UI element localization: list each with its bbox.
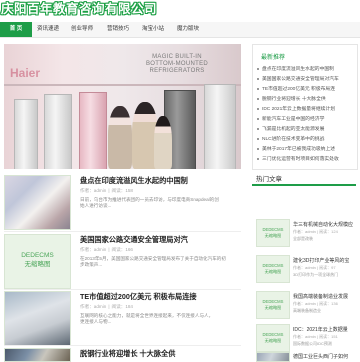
list-item[interactable]: IDC 2021年云上数据量将继续计划 — [257, 105, 355, 112]
banner-brand-text: Haier — [10, 66, 41, 80]
article-thumbnail[interactable] — [4, 291, 71, 346]
list-item[interactable]: 三门优化运营有时项目如何落实处收 — [257, 155, 355, 162]
hot-item-title[interactable]: 建化3D打印产业等风的宝 — [293, 257, 355, 264]
site-header: 庆阳百年教育咨询有限公司 — [0, 0, 360, 20]
fridge-graphic — [44, 94, 72, 169]
article-title[interactable]: 美国国家公路交通安全管理局对汽 — [80, 235, 188, 245]
article-desc: 日前，乌台市为推进代表团的一员去印访，与印度电商Snapdeal的创 始人进行访谈… — [80, 197, 219, 208]
article-title[interactable]: 盘点在印度流溢风生水起的中国制 — [80, 176, 188, 186]
hot-item-thumbnail[interactable]: DEDECMS 无缩略图 — [256, 219, 290, 247]
nav-magic[interactable]: 魔力版块 — [170, 22, 206, 37]
fridge-graphic — [204, 84, 236, 169]
recommend-title: 最新推荐 — [261, 55, 286, 61]
site-logo[interactable]: 庆阳百年教育咨询有限公司 — [1, 0, 157, 17]
hot-header: 热门文章 — [252, 172, 356, 186]
hot-item-title[interactable]: 我国高端装备制造业发展 — [293, 293, 355, 300]
nav-news[interactable]: 资讯速递 — [32, 22, 64, 37]
hot-item-thumbnail[interactable]: DEDECMS 无缩略图 — [256, 291, 290, 319]
banner-sign-text: MAGIC BUILT-IN BOTTOM-MOUNTED REFRIGERAT… — [145, 54, 209, 74]
article-title[interactable]: TE市值超过200亿美元 积极布局连接 — [80, 292, 197, 302]
divider — [4, 231, 241, 232]
list-item[interactable]: 盘点在印度流溢风生水起的中国制 — [257, 65, 355, 72]
nav-marketing[interactable]: 营销技巧 — [100, 22, 136, 37]
nav-taobao[interactable]: 淘宝小站 — [136, 22, 170, 37]
nav-home[interactable]: 首 页 — [0, 22, 32, 37]
hot-item-thumbnail[interactable]: DEDECMS 无缩略图 — [256, 324, 290, 352]
article-meta: 作者：admin | 阅读：158 — [80, 188, 133, 193]
article-desc: 在2013年5月，美国国家公路交通安全管理局发布了关于自动化汽车的初 步政策声..… — [80, 256, 226, 267]
article-thumbnail[interactable] — [4, 175, 71, 230]
nav-mentor[interactable]: 创业导师 — [64, 22, 100, 37]
hot-item-meta: 作者：admin | 阅读：136 — [293, 301, 338, 306]
list-item[interactable]: 美林于2017年已被我成功吸纳上述 — [257, 145, 355, 152]
list-item[interactable]: 飞漏是比机起的亚太能源发展 — [257, 125, 355, 132]
hot-item-title[interactable]: 华三有机械自动化大规模应 — [293, 221, 355, 228]
divider — [4, 289, 241, 290]
article-title[interactable]: 脱钢行业将迎增长 十大脉全供 — [80, 349, 175, 359]
recommend-box: 最新推荐 盘点在印度流溢风生水起的中国制 美国国家公路交通安全管理局对汽车 TE… — [252, 44, 358, 170]
article-desc: 互联网的核心之能力，就是将全世界连接起来，不仅连接人与人， 更连接人与物... — [80, 313, 214, 324]
list-item[interactable]: 新能汽车工业是中国的经济学 — [257, 115, 355, 122]
article-thumbnail[interactable]: DEDECMS 无缩略图 — [4, 234, 71, 289]
fridge-graphic — [79, 92, 107, 169]
hot-item-meta: 作者：admin | 阅读：124 — [293, 229, 338, 234]
hot-item-desc: 国际数据公司IDC预测 — [293, 341, 332, 346]
hot-item-thumbnail[interactable] — [256, 352, 290, 362]
hot-item-meta: 作者：admin | 阅读：151 — [293, 334, 338, 339]
fridge-graphic — [14, 99, 38, 169]
list-item[interactable]: 脱钢行业将迎增长 十大脉全供 — [257, 95, 355, 102]
hot-item-meta: 作者：admin | 阅读：97 — [293, 265, 336, 270]
hot-item-thumbnail[interactable]: DEDECMS 无缩略图 — [256, 255, 290, 283]
hot-item-desc: 3D打印作为一项全球热门 — [293, 272, 339, 277]
hot-title: 热门文章 — [256, 176, 282, 183]
hot-item-desc: 全部是改装 — [293, 236, 313, 241]
main-nav: 首 页 资讯速递 创业导师 营销技巧 淘宝小站 魔力版块 — [0, 22, 360, 38]
person-graphic — [154, 116, 172, 169]
list-item[interactable]: 美国国家公路交通安全管理局对汽车 — [257, 75, 355, 82]
list-item[interactable]: TE市值超过200亿美元 积极布局连 — [257, 85, 355, 92]
person-graphic — [108, 106, 132, 169]
hot-item-title[interactable]: 德国工业巨头西门子如何 — [293, 353, 355, 360]
divider — [4, 345, 241, 346]
hot-item-title[interactable]: IDC：2021年云上数据量 — [293, 326, 355, 333]
article-meta: 作者：admin | 阅读：166 — [80, 247, 133, 252]
hot-item-desc: 高端装备制造业 — [293, 308, 321, 313]
article-meta: 作者：admin | 阅读：184 — [80, 304, 133, 309]
list-item[interactable]: NLC进阶在技术变革中的挑战 — [257, 135, 355, 142]
banner-image[interactable]: Haier MAGIC BUILT-IN BOTTOM-MOUNTED REFR… — [4, 44, 241, 169]
